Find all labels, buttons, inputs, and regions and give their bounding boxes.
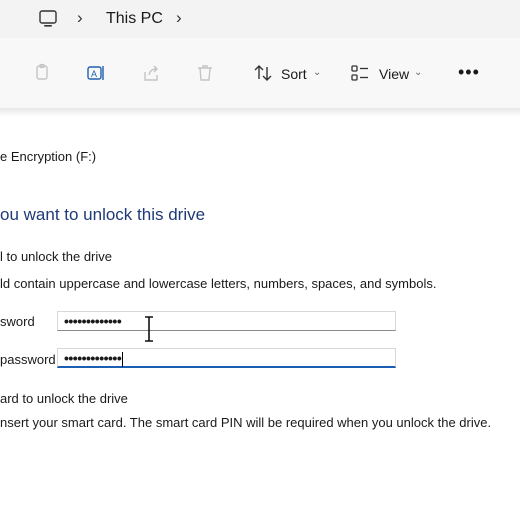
enter-password-value: ••••••••••••• xyxy=(64,313,122,329)
view-button[interactable]: View xyxy=(379,66,409,82)
reenter-password-label: password xyxy=(0,352,56,367)
text-caret xyxy=(122,351,124,367)
rename-icon[interactable]: A xyxy=(86,63,106,83)
share-icon[interactable] xyxy=(141,63,161,83)
reenter-password-value: ••••••••••••• xyxy=(64,350,122,366)
toolbar-shadow xyxy=(0,108,520,116)
this-pc-icon[interactable] xyxy=(38,9,58,29)
copy-icon[interactable] xyxy=(32,63,52,83)
svg-text:A: A xyxy=(91,69,97,79)
password-hint: ld contain uppercase and lowercase lette… xyxy=(0,276,437,291)
enter-password-field[interactable]: ••••••••••••• xyxy=(57,311,396,331)
use-smart-card-option[interactable]: ard to unlock the drive xyxy=(0,391,128,406)
chevron-right-icon[interactable]: › xyxy=(176,8,182,28)
breadcrumb-this-pc[interactable]: This PC xyxy=(106,10,163,28)
drive-title: e Encryption (F:) xyxy=(0,149,97,164)
chevron-right-icon[interactable]: › xyxy=(77,8,83,28)
view-icon[interactable] xyxy=(350,63,370,83)
smart-card-hint: nsert your smart card. The smart card PI… xyxy=(0,415,492,430)
address-bar: › This PC › xyxy=(0,0,520,38)
reenter-password-field[interactable]: ••••••••••••• xyxy=(57,348,396,368)
chevron-down-icon[interactable]: ⌄ xyxy=(414,67,422,78)
use-password-option[interactable]: l to unlock the drive xyxy=(0,249,112,264)
sort-icon[interactable] xyxy=(253,63,273,83)
text-cursor-icon xyxy=(144,316,154,342)
enter-password-label: sword xyxy=(0,314,35,329)
more-options-button[interactable]: ••• xyxy=(458,62,480,83)
delete-icon[interactable] xyxy=(195,63,215,83)
sort-button[interactable]: Sort xyxy=(281,66,307,82)
page-heading: ou want to unlock this drive xyxy=(0,205,206,224)
chevron-down-icon[interactable]: ⌄ xyxy=(313,67,321,78)
